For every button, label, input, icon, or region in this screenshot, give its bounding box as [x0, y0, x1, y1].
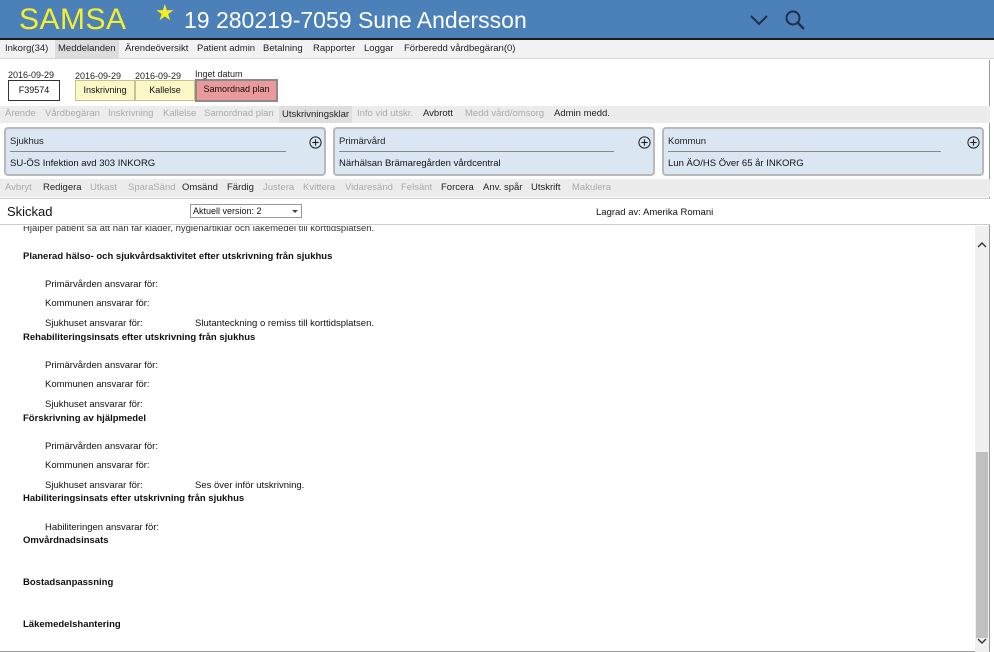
- menu-item-inkorg[interactable]: Inkorg(34): [3, 40, 50, 58]
- action-arende[interactable]: Ärende: [5, 108, 36, 119]
- section-heading: Bostadsanpassning: [23, 577, 114, 588]
- section-heading: Rehabiliteringsinsats efter utskrivning …: [23, 332, 256, 343]
- doc-action-fardig[interactable]: Färdig: [227, 182, 254, 193]
- menu-item-meddelanden[interactable]: Meddelanden: [55, 40, 119, 58]
- panel-primarvard-value: Närhälsan Brämaregården vårdcentral: [339, 158, 501, 169]
- panel-sjukhus: Sjukhus SU-ÖS Infektion avd 303 INKORG: [4, 127, 326, 176]
- main-menu: Inkorg(34) Meddelanden Ärendeöversikt Pa…: [0, 40, 994, 59]
- row-label: Sjukhuset ansvarar för:: [45, 480, 143, 491]
- row-label: Habiliteringen ansvarar för:: [45, 522, 160, 533]
- row-value: Ses över inför utskrivning.: [195, 480, 305, 491]
- document-status: Skickad: [7, 204, 53, 219]
- row-label: Primärvården ansvarar för:: [45, 279, 158, 290]
- panel-kommun-value: Lun ÄO/HS Över 65 år INKORG: [668, 158, 804, 169]
- doc-action-utkast[interactable]: Utkast: [90, 182, 117, 193]
- doc-action-vidaresand[interactable]: Vidaresänd: [345, 182, 393, 193]
- chevron-down-icon[interactable]: [977, 636, 987, 646]
- action-kallelse[interactable]: Kallelse: [163, 108, 196, 119]
- panel-kommun-title: Kommun: [668, 136, 707, 147]
- add-circle-icon[interactable]: [638, 136, 651, 149]
- version-select-value: Aktuell version: 2: [193, 206, 262, 216]
- case-id-box[interactable]: F39574: [8, 80, 60, 101]
- doc-action-kvittera[interactable]: Kvittera: [303, 182, 335, 193]
- menu-item-betalning[interactable]: Betalning: [261, 40, 305, 58]
- step-inskrivning[interactable]: Inskrivning: [75, 80, 135, 101]
- action-inskrivning[interactable]: Inskrivning: [108, 108, 153, 119]
- row-label: Kommunen ansvarar för:: [45, 460, 150, 471]
- doc-action-justera[interactable]: Justera: [263, 182, 294, 193]
- doc-action-omsand[interactable]: Omsänd: [182, 182, 218, 193]
- doc-action-anv-spar[interactable]: Anv. spår: [483, 182, 522, 193]
- step-kallelse[interactable]: Kallelse: [135, 80, 195, 101]
- row-label: Kommunen ansvarar för:: [45, 379, 150, 390]
- star-icon[interactable]: ★: [155, 2, 175, 24]
- document-content: Hjälper patient så att han får kläder, h…: [0, 226, 975, 652]
- row-label: Primärvården ansvarar för:: [45, 360, 158, 371]
- search-icon[interactable]: [784, 9, 806, 31]
- chevron-up-icon[interactable]: [977, 240, 987, 250]
- menu-item-loggar[interactable]: Loggar: [362, 40, 396, 58]
- action-admin-medd[interactable]: Admin medd.: [554, 108, 610, 119]
- action-samordnad-plan[interactable]: Samordnad plan: [204, 108, 274, 119]
- add-circle-icon[interactable]: [967, 136, 980, 149]
- version-select[interactable]: Aktuell version: 2: [190, 204, 302, 218]
- content-scrollbar[interactable]: [975, 226, 989, 652]
- scrollbar-thumb[interactable]: [976, 452, 988, 638]
- document-status-row: Skickad Aktuell version: 2 Lagrad av: Am…: [0, 198, 990, 225]
- content-top-text: Hjälper patient så att han får kläder, h…: [23, 226, 375, 234]
- menu-item-arendeoversikt[interactable]: Ärendeöversikt: [123, 40, 190, 58]
- doc-action-redigera[interactable]: Redigera: [43, 182, 82, 193]
- row-label: Primärvården ansvarar för:: [45, 441, 158, 452]
- section-heading: Omvårdnadsinsats: [23, 535, 109, 546]
- section-heading: Förskrivning av hjälpmedel: [23, 413, 147, 424]
- row-label: Sjukhuset ansvarar för:: [45, 399, 143, 410]
- action-medd-vard-omsorg[interactable]: Medd vård/omsorg: [465, 108, 544, 119]
- action-avbrott[interactable]: Avbrott: [423, 108, 453, 119]
- step-samordnad-plan[interactable]: Samordnad plan: [195, 79, 278, 102]
- row-label: Kommunen ansvarar för:: [45, 298, 150, 309]
- menu-item-rapporter[interactable]: Rapporter: [311, 40, 357, 58]
- document-toolbar: Avbryt Redigera Utkast SparaSänd Omsänd …: [0, 179, 990, 197]
- app-header: SAMSA ★ 19 280219-7059 Sune Andersson: [0, 0, 994, 40]
- menu-item-patient-admin[interactable]: Patient admin: [195, 40, 257, 58]
- app-logo[interactable]: SAMSA: [19, 3, 127, 37]
- action-utskrivningsklar[interactable]: Utskrivningsklar: [279, 106, 353, 123]
- section-heading: Habiliteringsinsats efter utskrivning fr…: [23, 493, 245, 504]
- case-date: 2016-09-29: [8, 70, 55, 80]
- doc-action-forcera[interactable]: Forcera: [441, 182, 474, 193]
- panel-kommun: Kommun Lun ÄO/HS Över 65 år INKORG: [662, 127, 984, 176]
- doc-action-felsant[interactable]: Felsänt: [401, 182, 432, 193]
- section-heading: Planerad hälso- och sjukvårdsaktivitet e…: [23, 251, 333, 262]
- panel-sjukhus-value: SU-ÖS Infektion avd 303 INKORG: [10, 158, 156, 169]
- add-circle-icon[interactable]: [309, 136, 322, 149]
- row-value: Slutanteckning o remiss till korttidspla…: [195, 318, 374, 329]
- menu-item-forberedd-vardbegaran[interactable]: Förberedd vårdbegäran(0): [402, 40, 517, 58]
- doc-action-avbryt[interactable]: Avbryt: [5, 182, 32, 193]
- row-label: Sjukhuset ansvarar för:: [45, 318, 143, 329]
- saved-by-label: Lagrad av: Amerika Romani: [596, 207, 714, 218]
- action-vardbegaran[interactable]: Vårdbegäran: [45, 108, 100, 119]
- panel-primarvard: Primärvård Närhälsan Brämaregården vårdc…: [333, 127, 655, 176]
- doc-action-sparasand[interactable]: SparaSänd: [128, 182, 176, 193]
- doc-action-utskrift[interactable]: Utskrift: [531, 182, 561, 193]
- chevron-down-icon[interactable]: [749, 12, 769, 28]
- step-date-samordnad-plan: Inget datum: [195, 69, 243, 79]
- panel-sjukhus-title: Sjukhus: [10, 136, 44, 147]
- action-toolbar: Ärende Vårdbegäran Inskrivning Kallelse …: [0, 106, 990, 123]
- panel-primarvard-title: Primärvård: [339, 136, 386, 147]
- section-heading: Läkemedelshantering: [23, 619, 121, 630]
- caret-down-icon: [292, 210, 298, 213]
- action-info-vid-utskr[interactable]: Info vid utskr.: [357, 108, 413, 119]
- doc-action-makulera[interactable]: Makulera: [572, 182, 611, 193]
- patient-title: 19 280219-7059 Sune Andersson: [184, 7, 527, 33]
